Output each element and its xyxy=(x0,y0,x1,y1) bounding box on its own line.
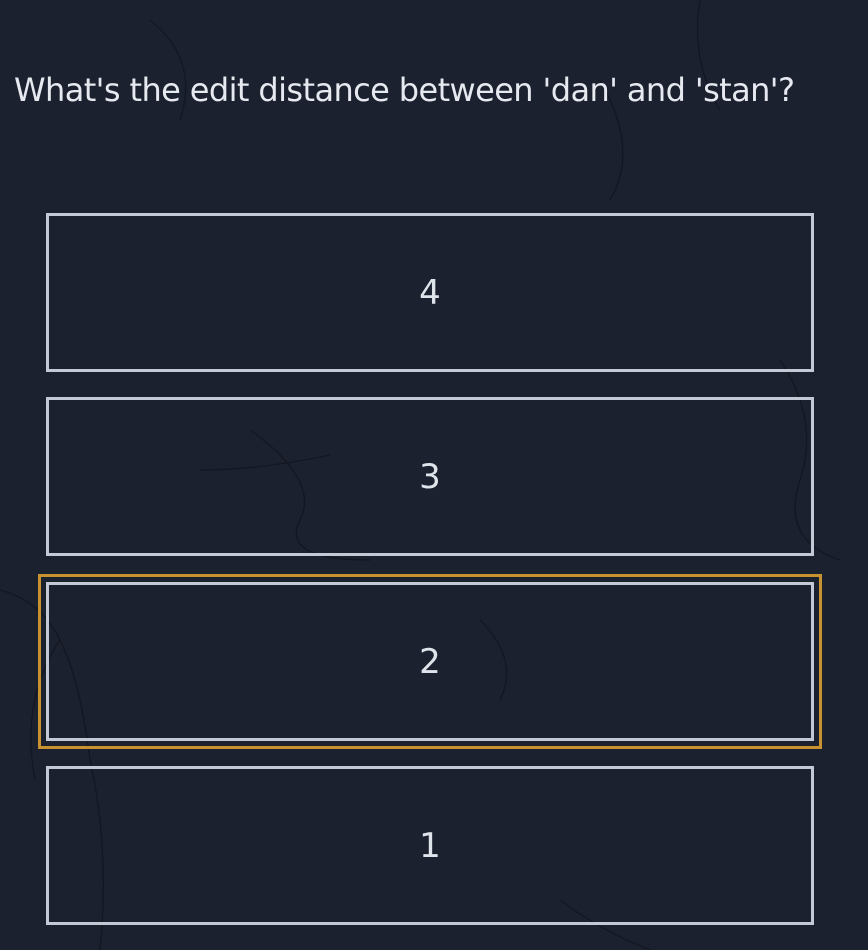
answer-option-3[interactable]: 3 xyxy=(46,397,814,556)
answer-options: 4 3 2 1 xyxy=(0,0,868,950)
answer-option-4[interactable]: 4 xyxy=(46,213,814,372)
answer-option-2[interactable]: 2 xyxy=(46,582,814,741)
answer-option-1[interactable]: 1 xyxy=(46,766,814,925)
